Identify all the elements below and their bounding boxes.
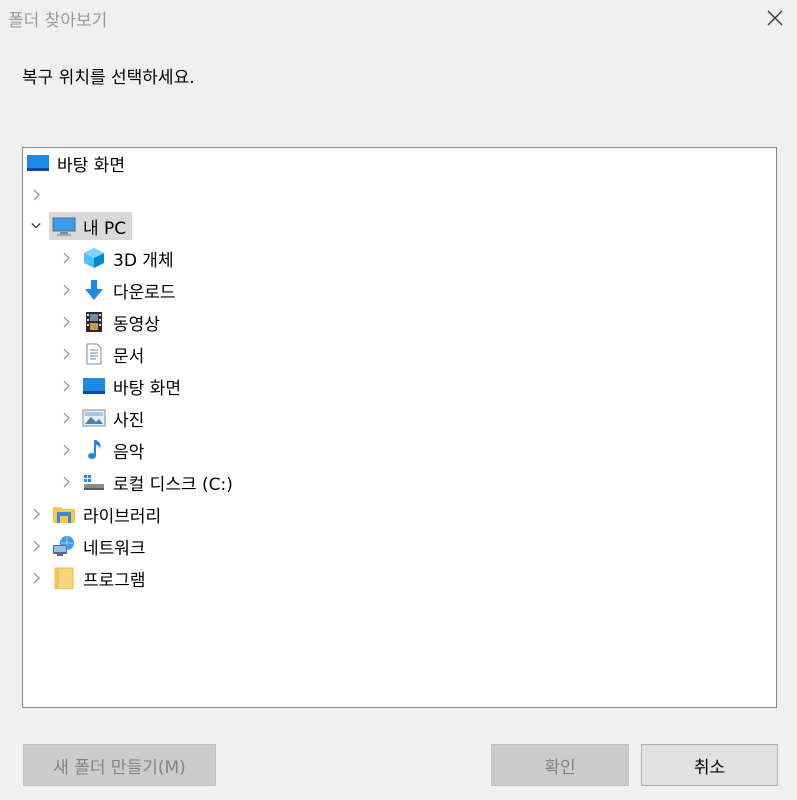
dialog-title: 폴더 찾아보기	[8, 11, 108, 31]
library-icon	[51, 502, 77, 526]
chevron-right-icon[interactable]	[59, 372, 73, 400]
ok-button[interactable]: 확인	[491, 744, 629, 786]
chevron-right-icon[interactable]	[59, 244, 73, 272]
desktop-icon	[81, 374, 107, 398]
film-icon	[81, 310, 107, 334]
close-icon	[767, 10, 783, 26]
chevron-right-icon[interactable]	[59, 276, 73, 304]
drive-icon	[81, 470, 107, 494]
picture-icon	[81, 406, 107, 430]
tree-item-videos[interactable]: 동영상	[59, 308, 160, 336]
chevron-right-icon[interactable]	[59, 308, 73, 336]
close-button[interactable]	[761, 4, 789, 32]
music-note-icon	[81, 438, 107, 462]
chevron-right-icon[interactable]	[59, 468, 73, 496]
folder-icon	[51, 566, 77, 590]
tree-item-label: 사진	[113, 410, 145, 431]
new-folder-button[interactable]: 새 폴더 만들기(M)	[23, 744, 216, 786]
chevron-right-icon[interactable]	[29, 532, 43, 560]
chevron-right-icon[interactable]	[29, 564, 43, 592]
tree-item-label: 바탕 화면	[113, 378, 181, 399]
chevron-right-icon[interactable]	[59, 436, 73, 464]
tree-item-3d-objects[interactable]: 3D 개체	[59, 244, 174, 272]
tree-item-label: 로컬 디스크 (C:)	[113, 474, 233, 495]
chevron-right-icon[interactable]	[29, 181, 43, 209]
tree-item-unnamed[interactable]	[29, 181, 51, 209]
chevron-right-icon[interactable]	[59, 340, 73, 368]
tree-item-label: 바탕 화면	[57, 155, 125, 176]
chevron-right-icon[interactable]	[29, 500, 43, 528]
tree-item-pictures[interactable]: 사진	[59, 404, 144, 432]
network-icon	[51, 534, 77, 558]
selection-highlight: 내 PC	[49, 212, 133, 240]
tree-item-desktop-root[interactable]: 바탕 화면	[25, 149, 125, 177]
3d-objects-icon	[81, 246, 107, 270]
tree-item-programs[interactable]: 프로그램	[29, 564, 146, 592]
chevron-down-icon[interactable]	[29, 212, 43, 240]
tree-item-downloads[interactable]: 다운로드	[59, 276, 176, 304]
tree-item-label: 네트워크	[83, 538, 146, 559]
tree-item-desktop[interactable]: 바탕 화면	[59, 372, 181, 400]
tree-item-label: 문서	[113, 346, 145, 367]
tree-item-label: 다운로드	[113, 282, 176, 303]
tree-item-label: 프로그램	[83, 570, 146, 591]
tree-item-label: 라이브러리	[83, 506, 162, 527]
tree-item-label: 3D 개체	[113, 250, 174, 271]
computer-icon	[51, 214, 77, 238]
title-bar: 폴더 찾아보기	[0, 0, 797, 40]
tree-item-music[interactable]: 음악	[59, 436, 144, 464]
tree-item-label: 동영상	[113, 314, 160, 335]
tree-item-documents[interactable]: 문서	[59, 340, 144, 368]
folder-tree[interactable]: 바탕 화면 내 PC 3D 개체 다운로드 동영상 문서 바탕 화면 사진 음악…	[22, 147, 777, 708]
tree-item-label: 내 PC	[83, 218, 127, 239]
tree-item-label: 음악	[113, 442, 145, 463]
dialog-prompt: 복구 위치를 선택하세요.	[22, 68, 195, 88]
tree-item-libraries[interactable]: 라이브러리	[29, 500, 161, 528]
desktop-icon	[25, 151, 51, 175]
cancel-button[interactable]: 취소	[641, 744, 778, 786]
document-icon	[81, 342, 107, 366]
tree-item-network[interactable]: 네트워크	[29, 532, 146, 560]
tree-item-local-disk[interactable]: 로컬 디스크 (C:)	[59, 468, 233, 496]
chevron-right-icon[interactable]	[59, 404, 73, 432]
tree-item-this-pc[interactable]: 내 PC	[29, 212, 133, 240]
download-arrow-icon	[81, 278, 107, 302]
